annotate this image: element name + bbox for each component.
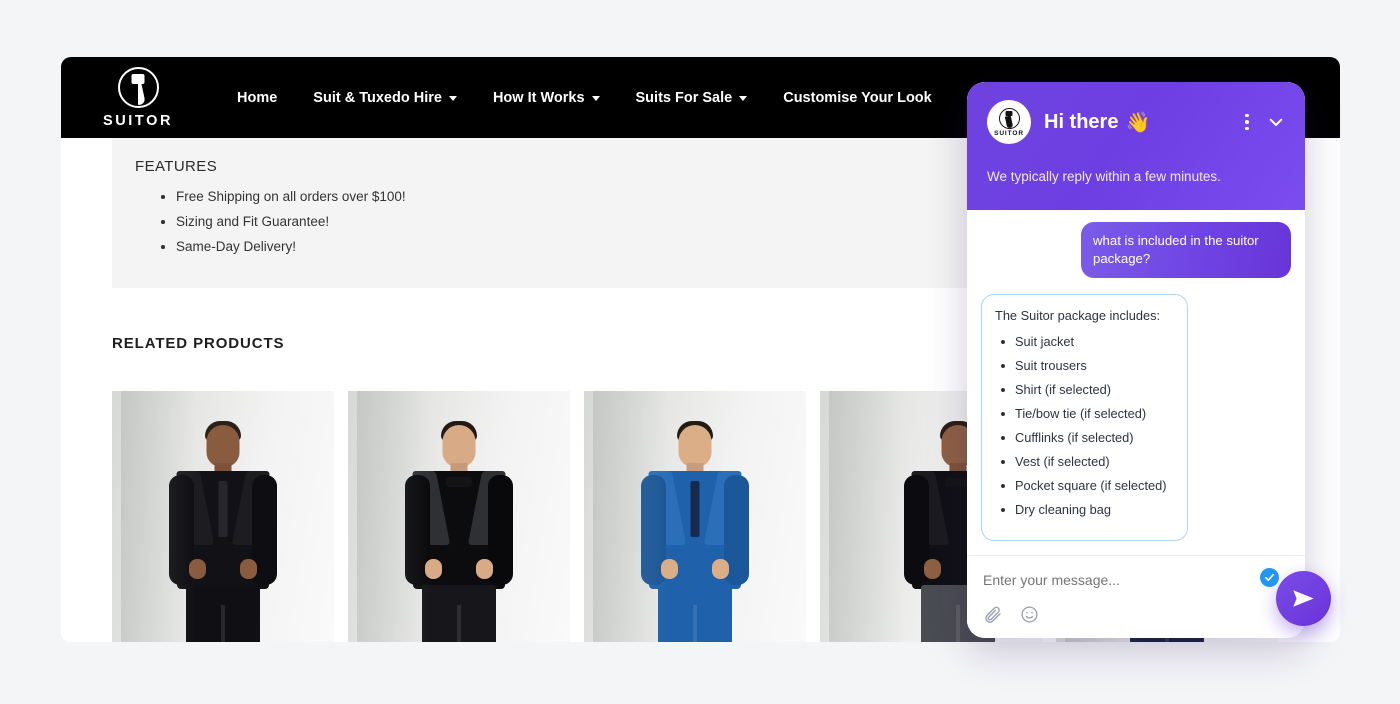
- chat-title: Hi there 👋: [1044, 110, 1150, 135]
- bot-list-item: Cufflinks (if selected): [995, 430, 1174, 446]
- nav-item-how-it-works[interactable]: How It Works: [493, 90, 600, 106]
- bot-list-item: Dry cleaning bag: [995, 502, 1174, 518]
- product-card[interactable]: [112, 391, 334, 642]
- product-image: [112, 391, 334, 642]
- bot-list-item: Suit jacket: [995, 334, 1174, 350]
- product-image: [348, 391, 570, 642]
- nav-item-home[interactable]: Home: [237, 90, 277, 106]
- chat-composer: [967, 555, 1305, 638]
- bot-list-item: Tie/bow tie (if selected): [995, 406, 1174, 422]
- smiley-face-icon[interactable]: [1020, 605, 1039, 624]
- chat-subtitle: We typically reply within a few minutes.: [987, 169, 1221, 184]
- waving-hand-icon: 👋: [1125, 111, 1151, 134]
- bot-list-item: Suit trousers: [995, 358, 1174, 374]
- bot-list-item: Vest (if selected): [995, 454, 1174, 470]
- brand-wordmark: SUITOR: [102, 112, 174, 129]
- chat-composer-tools: [983, 605, 1289, 624]
- main-navigation: Home Suit & Tuxedo Hire How It Works Sui…: [237, 90, 932, 106]
- chevron-down-icon: [448, 96, 457, 101]
- chat-header-actions: [1245, 113, 1289, 131]
- chevron-down-icon[interactable]: [1267, 113, 1285, 131]
- send-button[interactable]: [1260, 568, 1331, 626]
- suitor-avatar-icon: SUITOR: [987, 100, 1031, 144]
- product-card[interactable]: [348, 391, 570, 642]
- chat-widget: SUITOR Hi there 👋 We typically reply wit…: [967, 82, 1331, 638]
- nav-item-suit-tuxedo-hire[interactable]: Suit & Tuxedo Hire: [313, 90, 457, 106]
- brand-logo[interactable]: SUITOR: [83, 66, 193, 129]
- bot-list-item: Pocket square (if selected): [995, 478, 1174, 494]
- nav-item-label: Home: [237, 89, 278, 106]
- bot-message-list: Suit jacket Suit trousers Shirt (if sele…: [995, 334, 1174, 518]
- check-badge-icon: [1260, 568, 1279, 587]
- product-card[interactable]: [584, 391, 806, 642]
- send-paper-plane-icon: [1293, 590, 1314, 607]
- suitor-circle-logo-icon: [117, 66, 159, 108]
- avatar-label: SUITOR: [994, 130, 1024, 137]
- chevron-down-icon: [739, 96, 748, 101]
- chat-message-list: what is included in the suitor package? …: [967, 210, 1305, 555]
- chat-message-user: what is included in the suitor package?: [1081, 222, 1291, 278]
- nav-item-suits-for-sale[interactable]: Suits For Sale: [636, 90, 748, 106]
- chat-title-text: Hi there: [1044, 110, 1119, 133]
- chat-header: SUITOR Hi there 👋 We typically reply wit…: [967, 82, 1305, 210]
- product-image: [584, 391, 806, 642]
- nav-item-label: Customise Your Look: [783, 89, 932, 106]
- chat-message-input[interactable]: [983, 572, 1213, 588]
- paperclip-icon[interactable]: [983, 605, 1002, 624]
- nav-item-customise-your-look[interactable]: Customise Your Look: [783, 90, 932, 106]
- nav-item-label: How It Works: [492, 89, 585, 106]
- bot-list-item: Shirt (if selected): [995, 382, 1174, 398]
- bot-message-lead: The Suitor package includes:: [995, 308, 1161, 323]
- chevron-down-icon: [591, 96, 600, 101]
- three-dots-vertical-icon[interactable]: [1245, 113, 1249, 131]
- nav-item-label: Suits For Sale: [635, 89, 733, 106]
- chat-message-bot: The Suitor package includes: Suit jacket…: [981, 294, 1188, 541]
- nav-item-label: Suit & Tuxedo Hire: [313, 89, 442, 106]
